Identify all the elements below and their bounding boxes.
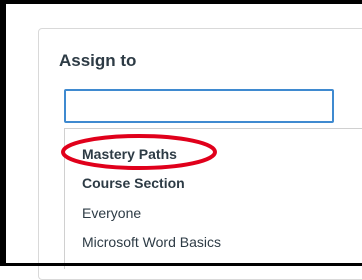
option-course-section[interactable]: Course Section (82, 175, 185, 191)
assign-search-input[interactable] (64, 89, 334, 123)
option-mastery-paths[interactable]: Mastery Paths (82, 146, 177, 162)
option-microsoft-word-basics[interactable]: Microsoft Word Basics (82, 234, 221, 250)
option-everyone[interactable]: Everyone (82, 205, 141, 221)
assign-to-heading: Assign to (59, 51, 137, 70)
